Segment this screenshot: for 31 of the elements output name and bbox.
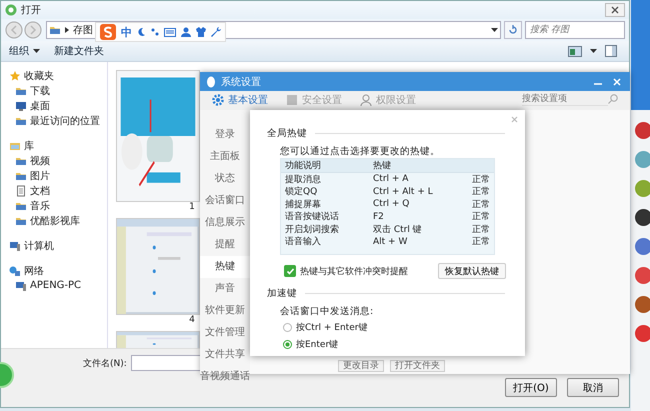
- table-cell-text: Ctrl + Alt + L: [373, 186, 434, 197]
- table-cell-text: 正常: [471, 174, 491, 186]
- section-title: 全局热键: [267, 126, 307, 140]
- radio-label: 按Ctrl + Enter键: [296, 322, 368, 334]
- table-cell-text: 提取消息: [284, 174, 322, 186]
- table-cell-text: 锁定QQ: [284, 186, 318, 198]
- table-cell-text: Alt + W: [373, 236, 408, 247]
- thumbnail-label: 1: [189, 202, 195, 214]
- table-cell-text: 正常: [471, 224, 491, 236]
- table-cell-text: 正常: [471, 236, 491, 248]
- table-cell-text: F2: [373, 212, 385, 222]
- address-path: 存图: [73, 24, 93, 37]
- checkbox-label: 热键与其它软件冲突时提醒: [300, 266, 408, 278]
- table-cell-text: 语音输入: [284, 236, 322, 248]
- filename-label: 文件名(N):: [83, 358, 127, 370]
- table-cell-text: Ctrl + A: [373, 174, 410, 184]
- table-cell-text: 正常: [471, 210, 491, 224]
- hint-text: 您可以通过点击选择要更改的热键。: [279, 145, 441, 157]
- thumbnail-label: 4: [189, 315, 195, 327]
- hint-text: 会话窗口中发送消息:: [279, 305, 374, 317]
- table-cell-text: 正常: [471, 186, 491, 198]
- table-cell-text: 正常: [471, 198, 491, 211]
- table-cell-text: 语音按键说话: [284, 210, 340, 224]
- section-title: 加速键: [267, 286, 297, 300]
- table-cell-text: 开启划词搜索: [284, 224, 340, 236]
- window-title: 系统设置: [221, 76, 261, 88]
- radio-label: 按Enter键: [296, 338, 338, 351]
- table-cell-text: Ctrl + Q: [373, 199, 410, 210]
- table-cell-text: 双击 Ctrl 键: [373, 224, 423, 236]
- table-cell-text: 捕捉屏幕: [284, 198, 322, 211]
- window-title: 打开: [21, 4, 41, 17]
